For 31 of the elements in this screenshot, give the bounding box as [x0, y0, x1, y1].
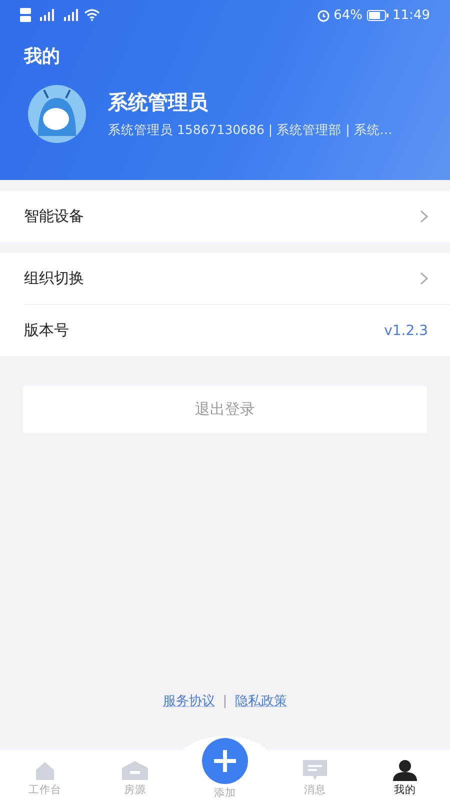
- version-number: v1.2.3: [384, 322, 428, 338]
- chevron-right-icon: [420, 272, 428, 285]
- menu-item[interactable]: 组织切换: [0, 253, 450, 304]
- link-separator: |: [222, 694, 228, 708]
- user-details: 系统管理员 15867130686 | 系统管理部 | 系统…: [108, 122, 392, 139]
- tab-item[interactable]: 添加: [180, 734, 270, 800]
- menu-item[interactable]: 智能设备: [0, 191, 450, 242]
- alarm-icon: [316, 8, 330, 22]
- logout-button[interactable]: 退出登录: [23, 386, 427, 433]
- tab-item[interactable]: 我的: [360, 750, 450, 800]
- policy-link[interactable]: 隐私政策: [235, 692, 288, 710]
- battery-icon: [366, 10, 389, 20]
- policy-link[interactable]: 服务协议: [162, 692, 215, 710]
- tab-item[interactable]: 房源: [90, 750, 180, 800]
- page-title: 我的: [24, 45, 61, 68]
- wifi-icon: [84, 9, 100, 21]
- home-icon: [35, 760, 55, 781]
- user-name: 系统管理员: [108, 89, 209, 116]
- menu-item-label: 版本号: [24, 321, 70, 340]
- sim-card-icon: [20, 7, 32, 23]
- person-icon: [393, 760, 417, 781]
- chevron-right-icon: [420, 210, 428, 223]
- tab-item[interactable]: 消息: [270, 750, 360, 800]
- menu-item-label: 智能设备: [24, 207, 85, 226]
- menu-item[interactable]: 版本号 v1.2.3: [24, 304, 450, 356]
- tab-item[interactable]: 工作台: [0, 750, 90, 800]
- menu-item-label: 组织切换: [24, 269, 85, 288]
- message-icon: [303, 760, 327, 781]
- house-icon: [122, 760, 148, 781]
- battery-percent: 64%: [334, 8, 363, 22]
- clock-time: 11:49: [392, 8, 430, 22]
